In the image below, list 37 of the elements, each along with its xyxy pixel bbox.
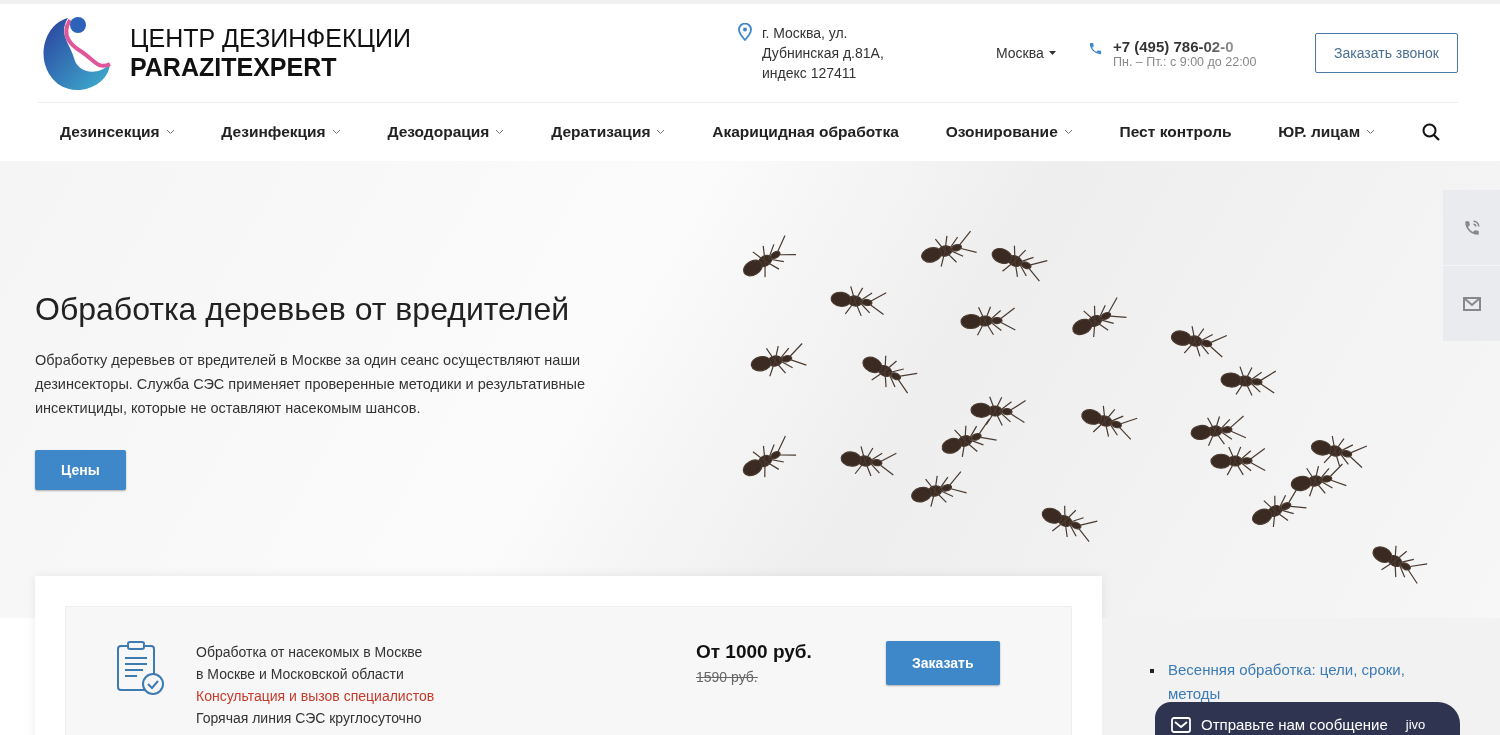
nav-item[interactable]: Дезинфекция bbox=[221, 123, 341, 141]
nav-item[interactable]: Акарицидная обработка bbox=[712, 123, 899, 141]
address-text: г. Москва, ул. Дубнинская д.81А, индекс 127411 bbox=[762, 24, 884, 83]
hero-title: Обработка деревьев от вредителей bbox=[35, 291, 571, 328]
chat-widget[interactable]: Отправьте нам сообщение jivo bbox=[1155, 702, 1460, 735]
price: От 1000 руб. bbox=[696, 641, 813, 663]
offer-text: Консультация и вызов специалистов bbox=[196, 687, 436, 706]
nav-item[interactable]: Озонирование bbox=[945, 123, 1073, 141]
logo-brand: PARAZITEXPERT bbox=[130, 53, 338, 82]
nav-item[interactable]: Пест контроль bbox=[1119, 123, 1232, 141]
mail-side-button[interactable] bbox=[1443, 266, 1500, 341]
old-price: 1590 руб. bbox=[696, 669, 759, 685]
phone-icon bbox=[1462, 218, 1481, 237]
hero-text: Обработку деревьев от вредителей в Москве за один сеанс осуществляют наши дезинсекторы. Служба СЭС применяет проверенные методики и результативные инсектициды, которые не оставляют насекомым шансов. bbox=[35, 351, 586, 418]
prices-button[interactable]: Цены bbox=[35, 450, 126, 490]
search-icon[interactable] bbox=[1421, 123, 1440, 141]
city-selector[interactable]: Москва bbox=[996, 45, 1088, 61]
chat-brand: jivo bbox=[1405, 717, 1426, 732]
nav-item[interactable]: Дезодорация bbox=[387, 123, 505, 141]
caret-down-icon bbox=[1048, 51, 1056, 55]
clipboard-check-icon bbox=[116, 641, 166, 697]
chat-label: Отправьте нам сообщение bbox=[1201, 716, 1388, 733]
envelope-icon bbox=[1462, 296, 1481, 311]
nav-item[interactable]: Дезинсекция bbox=[60, 123, 175, 141]
nav-item[interactable]: Дератизация bbox=[551, 123, 666, 141]
bullet-icon bbox=[1150, 669, 1154, 673]
location-pin-icon bbox=[738, 23, 752, 41]
offer-text: Обработка от насекомых в Москве bbox=[196, 643, 424, 662]
logo-title: ЦЕНТР ДЕЗИНФЕКЦИИ bbox=[130, 24, 411, 53]
envelope-icon bbox=[1171, 716, 1191, 733]
callback-button[interactable]: Заказать звонок bbox=[1315, 33, 1458, 73]
working-hours: Пн. – Пт.: с 9:00 до 22:00 bbox=[1113, 54, 1257, 69]
nav-item[interactable]: ЮР. лицам bbox=[1278, 123, 1376, 141]
offer-text: в Москве и Московской области bbox=[196, 665, 405, 684]
offer-text: Горячая линия СЭС круглосуточно bbox=[196, 709, 423, 728]
phone-icon bbox=[1088, 40, 1103, 56]
order-button[interactable]: Заказать bbox=[886, 641, 1000, 685]
